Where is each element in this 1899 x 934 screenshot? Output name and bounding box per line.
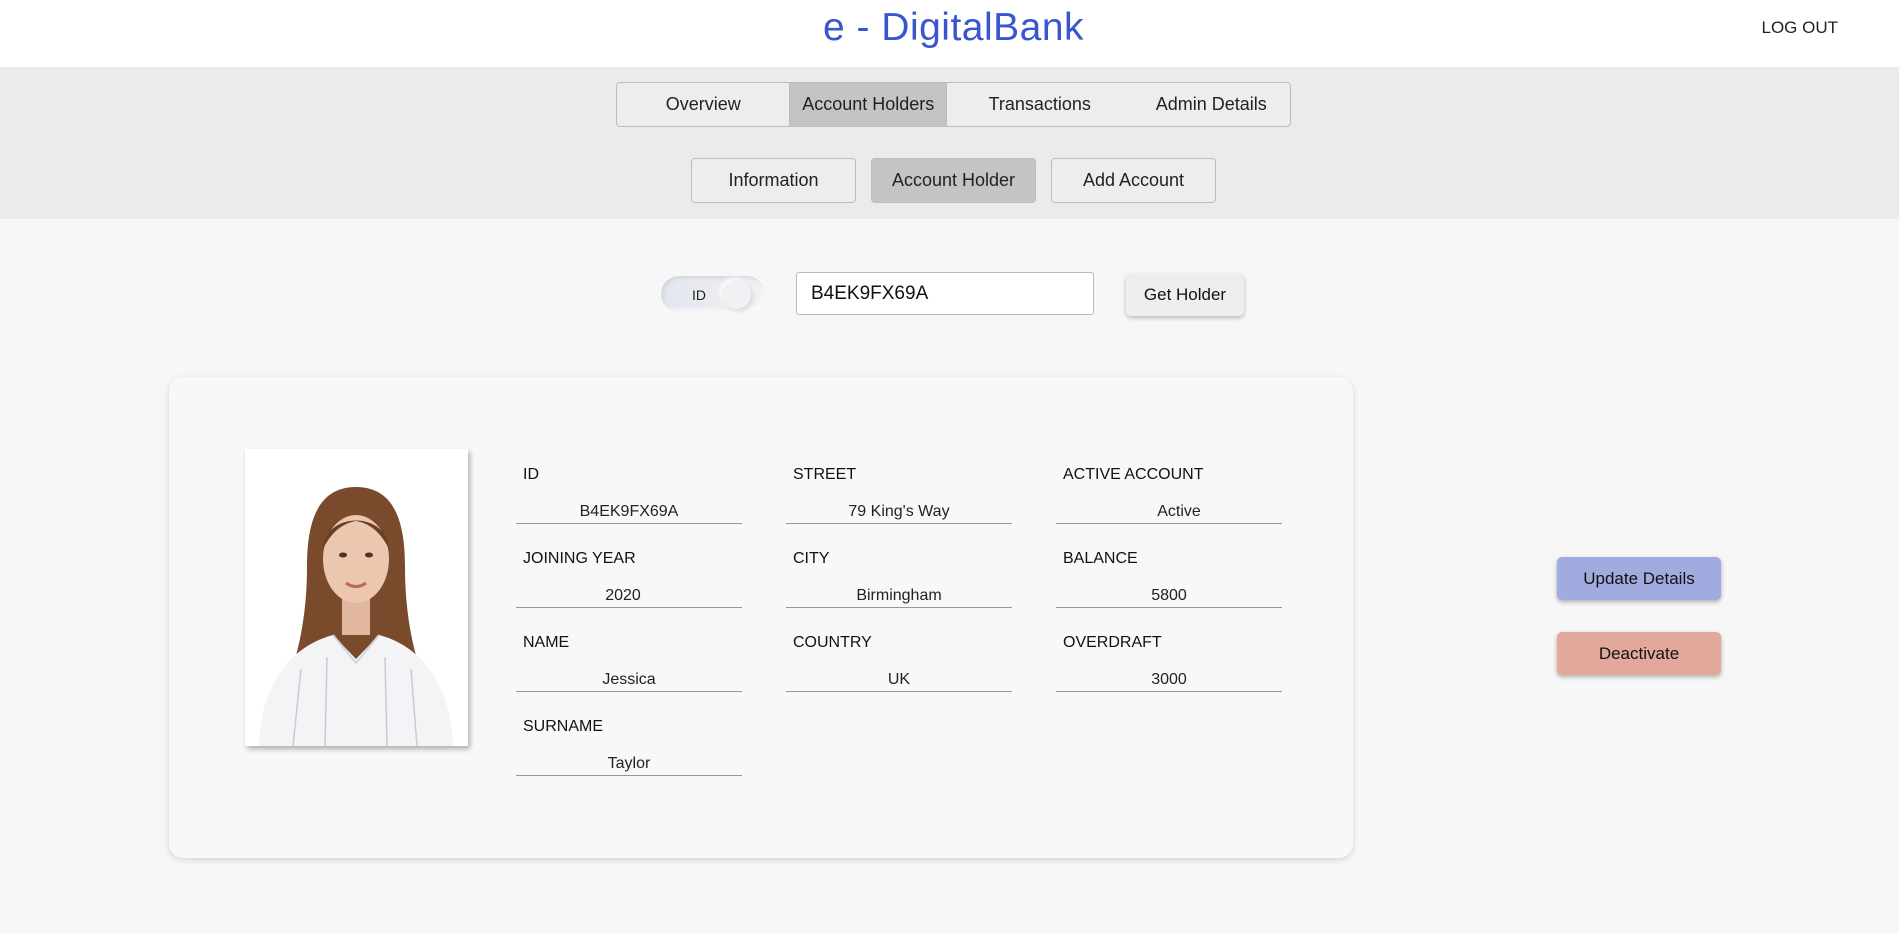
field-label: ID — [523, 466, 539, 483]
field-joining-year: JOINING YEAR 2020 — [516, 536, 742, 608]
field-underline — [1056, 523, 1282, 524]
toggle-knob — [722, 280, 751, 309]
field-underline — [786, 691, 1012, 692]
field-city: CITY Birmingham — [786, 536, 1012, 608]
subtab-account-holder[interactable]: Account Holder — [871, 158, 1036, 203]
deactivate-button[interactable]: Deactivate — [1557, 632, 1721, 675]
subtab-information[interactable]: Information — [691, 158, 856, 203]
field-value: 3000 — [1151, 671, 1187, 688]
field-value: Jessica — [602, 671, 656, 688]
logout-link[interactable]: LOG OUT — [1761, 18, 1838, 38]
field-value: 2020 — [605, 587, 641, 604]
field-value: UK — [887, 671, 911, 688]
field-label: NAME — [523, 634, 570, 651]
field-overdraft: OVERDRAFT 3000 — [1056, 620, 1282, 692]
field-value: 79 King's Way — [848, 503, 950, 520]
field-name: NAME Jessica — [516, 620, 742, 692]
field-label: JOINING YEAR — [523, 550, 636, 567]
field-value: Birmingham — [856, 587, 942, 604]
search-mode-toggle[interactable]: ID — [661, 276, 765, 312]
field-value: Taylor — [607, 755, 651, 772]
field-value: Active — [1157, 503, 1201, 520]
holder-photo — [245, 449, 468, 746]
field-underline — [786, 523, 1012, 524]
field-street: STREET 79 King's Way — [786, 452, 1012, 524]
field-underline — [516, 775, 742, 776]
sub-tabs: Information Account Holder Add Account — [691, 158, 1216, 203]
field-country: COUNTRY UK — [786, 620, 1012, 692]
field-label: OVERDRAFT — [1063, 634, 1162, 651]
field-label: COUNTRY — [793, 634, 872, 651]
brand-title: e - DigitalBank — [822, 6, 1085, 49]
field-label: CITY — [793, 550, 830, 567]
field-value: B4EK9FX69A — [579, 503, 679, 520]
field-surname: SURNAME Taylor — [516, 704, 742, 776]
tab-account-holders[interactable]: Account Holders — [789, 83, 948, 126]
main-tabs: Overview Account Holders Transactions Ad… — [616, 82, 1291, 127]
field-label: ACTIVE ACCOUNT — [1063, 466, 1204, 483]
field-active-account: ACTIVE ACCOUNT Active — [1056, 452, 1282, 524]
person-portrait-icon — [245, 449, 468, 746]
tab-overview[interactable]: Overview — [617, 83, 789, 126]
holder-id-input[interactable] — [796, 272, 1094, 315]
field-label: SURNAME — [523, 718, 604, 735]
field-value: 5800 — [1151, 587, 1187, 604]
app-header: e - DigitalBank LOG OUT — [0, 0, 1899, 67]
field-underline — [516, 607, 742, 608]
toggle-label: ID — [692, 287, 706, 303]
field-underline — [516, 523, 742, 524]
field-label: BALANCE — [1063, 550, 1138, 567]
tab-admin-details[interactable]: Admin Details — [1132, 83, 1290, 126]
update-details-button[interactable]: Update Details — [1557, 557, 1721, 600]
get-holder-button[interactable]: Get Holder — [1126, 274, 1244, 316]
field-underline — [1056, 691, 1282, 692]
field-underline — [516, 691, 742, 692]
field-id: ID B4EK9FX69A — [516, 452, 742, 524]
field-underline — [786, 607, 1012, 608]
tab-transactions[interactable]: Transactions — [947, 83, 1132, 126]
field-balance: BALANCE 5800 — [1056, 536, 1282, 608]
subtab-add-account[interactable]: Add Account — [1051, 158, 1216, 203]
field-label: STREET — [793, 466, 857, 483]
field-underline — [1056, 607, 1282, 608]
